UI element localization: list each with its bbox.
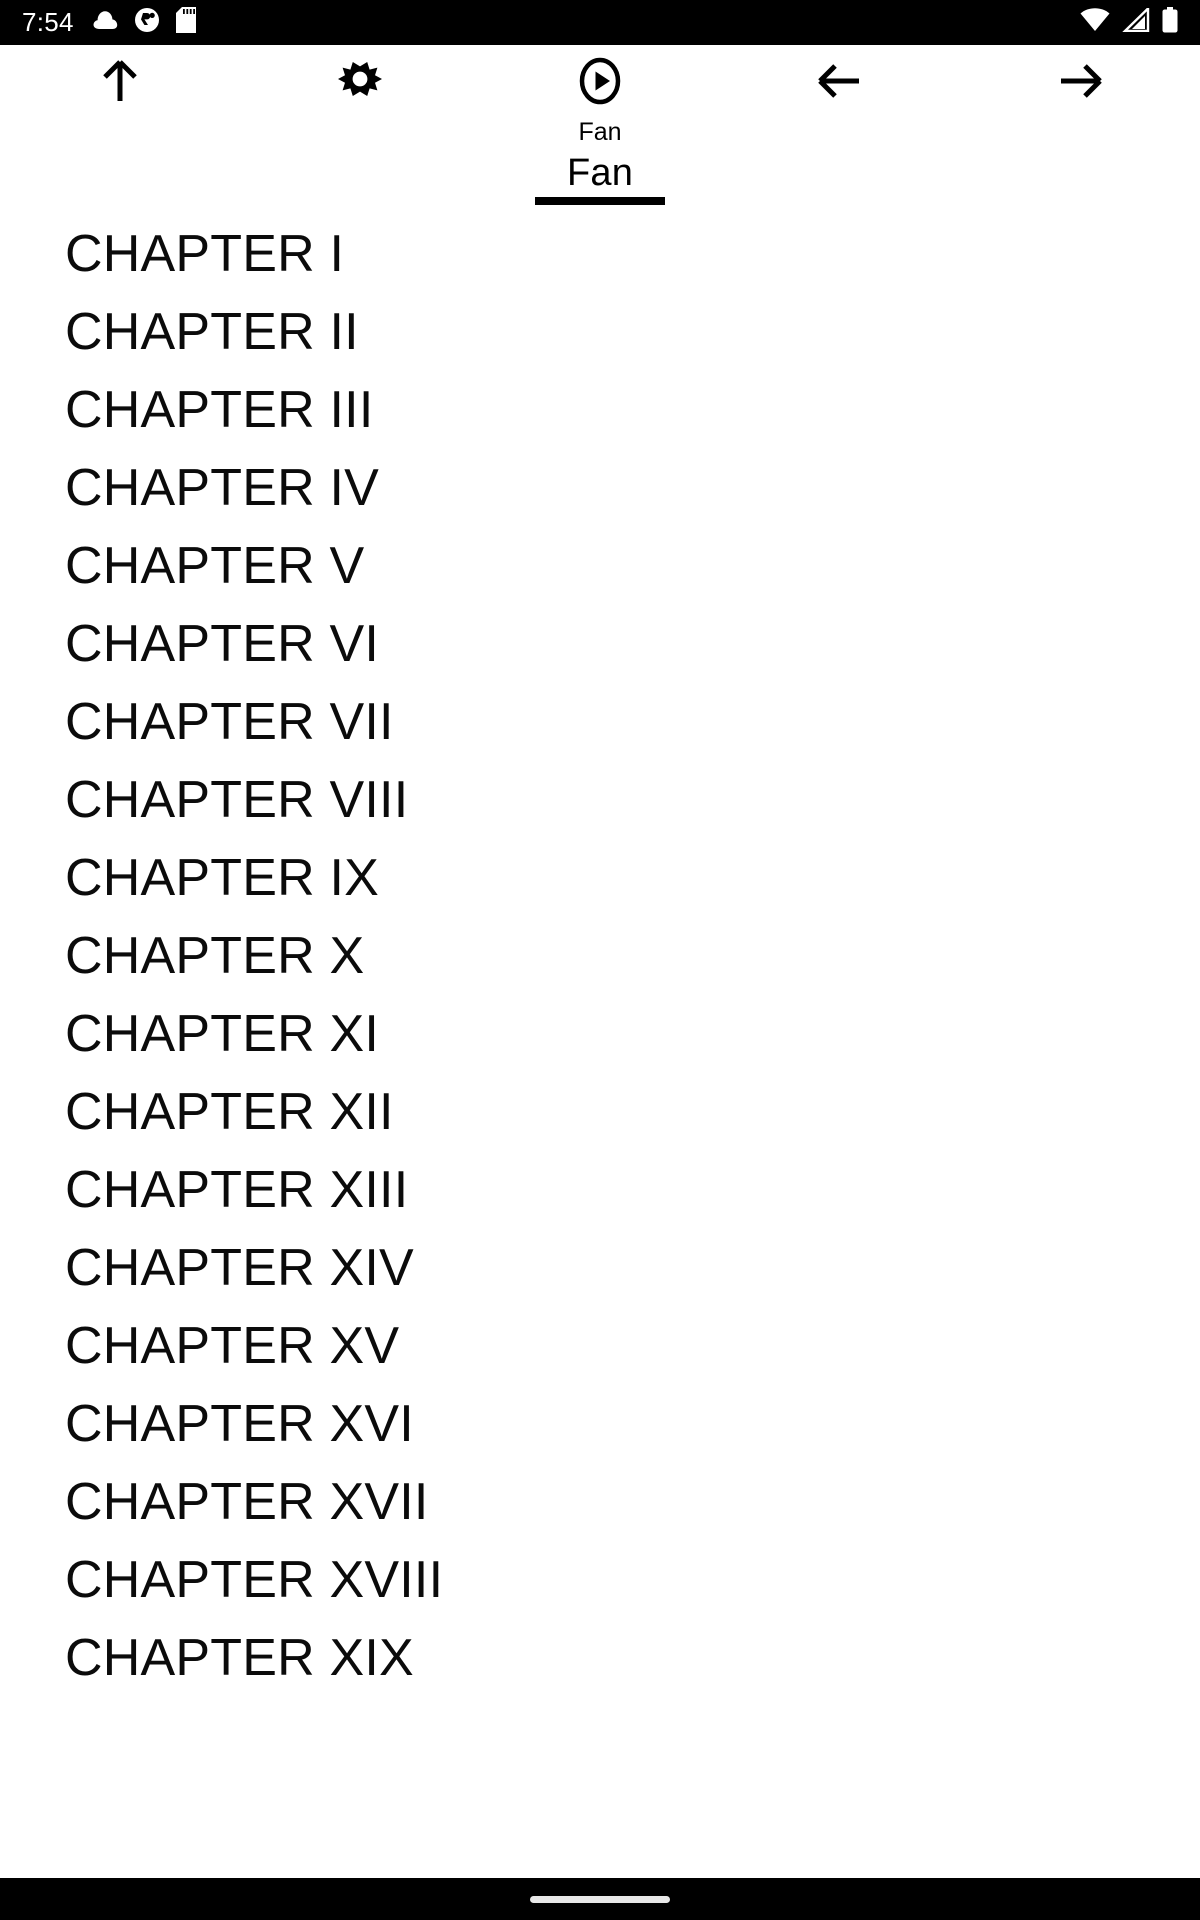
previous-button[interactable]	[720, 48, 960, 118]
status-bar: 7:54	[0, 0, 1200, 45]
chapter-list-scroll-area[interactable]: CHAPTER I CHAPTER II CHAPTER III CHAPTER IV…	[0, 225, 1200, 1920]
circle-notification-icon	[134, 7, 160, 38]
chapter-list-item[interactable]: CHAPTER VI	[65, 605, 1200, 683]
arrow-right-icon	[1053, 54, 1107, 113]
chapter-list-item[interactable]: CHAPTER XIV	[65, 1229, 1200, 1307]
next-button[interactable]	[960, 48, 1200, 118]
cloud-icon	[92, 9, 118, 36]
tab-active-indicator	[535, 197, 665, 205]
chapter-list-item[interactable]: CHAPTER XI	[65, 995, 1200, 1073]
wifi-icon	[1080, 8, 1110, 37]
chapter-list-item[interactable]: CHAPTER XVII	[65, 1463, 1200, 1541]
chapter-list-item[interactable]: CHAPTER IX	[65, 839, 1200, 917]
app-screen: 7:54 Fan Fan CHAPTER I CHAPTER II CHAPTE…	[0, 0, 1200, 1920]
chapter-list-item[interactable]: CHAPTER V	[65, 527, 1200, 605]
chapter-list-item[interactable]: CHAPTER XV	[65, 1307, 1200, 1385]
tab-bar: Fan Fan	[0, 115, 1200, 225]
chapter-list-item[interactable]: CHAPTER II	[65, 293, 1200, 371]
tab-fan[interactable]: Fan	[0, 151, 1200, 205]
chapter-list-item[interactable]: CHAPTER XVIII	[65, 1541, 1200, 1619]
arrow-up-icon	[93, 54, 147, 113]
tab-fan-label: Fan	[566, 152, 634, 194]
chapter-list-item[interactable]: CHAPTER I	[65, 225, 1200, 293]
scroll-to-top-button[interactable]	[0, 48, 240, 118]
status-bar-left-icons	[92, 7, 196, 38]
system-navigation-bar	[0, 1878, 1200, 1920]
chapter-list-item[interactable]: CHAPTER XVI	[65, 1385, 1200, 1463]
chapter-list-item[interactable]: CHAPTER IV	[65, 449, 1200, 527]
status-bar-right-icons	[1080, 5, 1178, 38]
chapter-list-item[interactable]: CHAPTER III	[65, 371, 1200, 449]
play-button[interactable]	[480, 48, 720, 118]
chapter-list: CHAPTER I CHAPTER II CHAPTER III CHAPTER IV…	[0, 225, 1200, 1697]
reader-toolbar	[0, 45, 1200, 115]
arrow-left-icon	[813, 54, 867, 113]
home-gesture-pill[interactable]	[530, 1895, 670, 1903]
chapter-list-item[interactable]: CHAPTER XII	[65, 1073, 1200, 1151]
chapter-list-item[interactable]: CHAPTER XIII	[65, 1151, 1200, 1229]
status-bar-clock: 7:54	[22, 7, 74, 37]
chapter-list-item[interactable]: CHAPTER X	[65, 917, 1200, 995]
chapter-list-item[interactable]: CHAPTER XIX	[65, 1619, 1200, 1697]
gear-icon	[334, 55, 386, 112]
sd-card-icon	[175, 7, 196, 38]
battery-icon	[1162, 7, 1178, 38]
book-subtitle: Fan	[578, 118, 622, 146]
play-circle-icon	[574, 55, 626, 112]
chapter-list-item[interactable]: CHAPTER VII	[65, 683, 1200, 761]
cellular-signal-icon	[1122, 5, 1150, 37]
settings-button[interactable]	[240, 48, 480, 118]
chapter-list-item[interactable]: CHAPTER VIII	[65, 761, 1200, 839]
